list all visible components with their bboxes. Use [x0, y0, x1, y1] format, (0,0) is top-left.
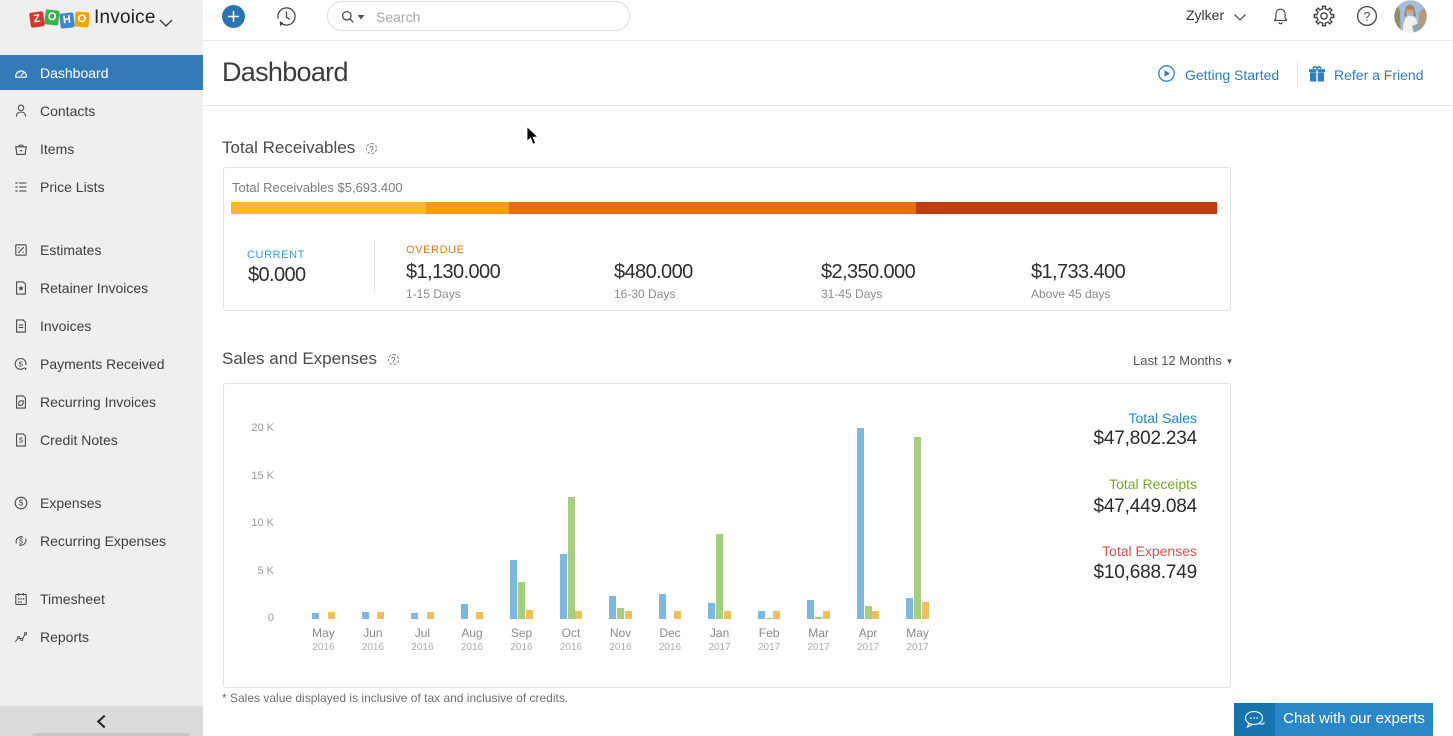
svg-text:$: $: [19, 538, 23, 545]
svg-text:$: $: [19, 436, 24, 445]
svg-text:$: $: [19, 359, 24, 368]
svg-text:?: ?: [1364, 9, 1371, 23]
svg-text:$: $: [19, 499, 24, 508]
